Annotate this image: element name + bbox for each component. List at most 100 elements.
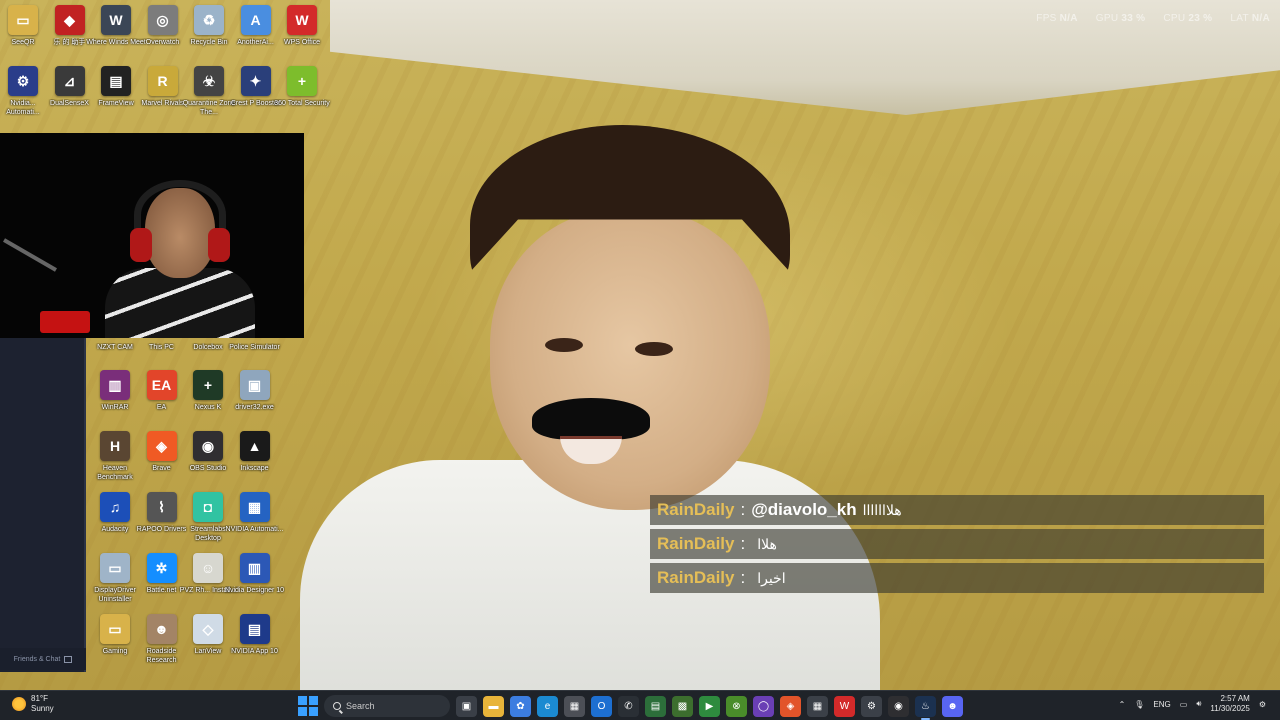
headset-ear-right <box>208 228 230 262</box>
gpu-stat: GPU 33 % <box>1095 13 1146 24</box>
app-icon: ♻ <box>194 5 224 35</box>
app-icon: A <box>240 5 271 35</box>
app-icon: ☺ <box>193 553 223 583</box>
desktop-icon[interactable]: ▤ NVIDIA App 10 <box>225 614 285 667</box>
language-indicator[interactable]: ENG <box>1153 700 1170 709</box>
weather-temp: 81°F <box>31 694 48 703</box>
app-icon: ▤ <box>101 66 131 96</box>
search-icon <box>333 702 341 710</box>
task-view-taskbar-icon[interactable]: ▣ <box>456 695 477 717</box>
system-tray: ⌃ 🎙︎ ENG ▭ 🔊︎ 2:57 AM 11/30/2025 ⚙ <box>1119 694 1266 714</box>
copilot-taskbar-icon[interactable]: ✿ <box>510 695 531 717</box>
app-icon: ✦ <box>240 66 271 96</box>
app-icon: ◆ <box>54 5 85 35</box>
wps-taskbar-icon[interactable]: W <box>834 695 855 717</box>
whatsapp-taskbar-icon[interactable]: ✆ <box>618 695 639 717</box>
app-icon: ▥ <box>239 553 270 583</box>
app-icon: + <box>193 370 223 400</box>
discord-taskbar-icon[interactable]: ☻ <box>942 695 963 717</box>
app-icon: ▥ <box>100 370 130 400</box>
chat-message: RainDaily : هلاا <box>650 529 1264 559</box>
app-icon: ◘ <box>193 492 223 522</box>
obs-taskbar-icon[interactable]: ◉ <box>888 695 909 717</box>
app-icon: ▭ <box>8 5 38 35</box>
app-icon: ▦ <box>239 492 270 522</box>
fps-stat: FPS N/A <box>1036 13 1078 24</box>
weather-widget[interactable]: 81°F Sunny <box>12 694 54 714</box>
cpu-stat: CPU 23 % <box>1163 13 1213 24</box>
app-icon: ☣ <box>194 66 224 96</box>
store-taskbar-icon[interactable]: ▦ <box>564 695 585 717</box>
photos-taskbar-icon[interactable]: ▩ <box>672 695 693 717</box>
steam-taskbar-icon[interactable]: ♨ <box>915 695 936 720</box>
media-app-taskbar-icon[interactable]: ▤ <box>645 695 666 717</box>
app-icon: ✲ <box>146 553 177 583</box>
chat-separator: : <box>740 534 746 553</box>
notification-icon[interactable]: ⚙ <box>1259 700 1266 709</box>
wallpaper-face <box>490 210 770 510</box>
app-icon: ▭ <box>100 614 130 644</box>
chat-window-icon[interactable] <box>64 655 73 663</box>
taskbar-search[interactable]: Search <box>324 695 450 717</box>
app-icon: ⚙ <box>8 66 38 96</box>
app-icon: ◈ <box>146 431 177 461</box>
desktop-icon-label: 360 Total Security <box>274 100 330 107</box>
friends-side-panel[interactable] <box>0 338 86 672</box>
desktop-icon[interactable]: +360 Total Security <box>272 66 332 119</box>
app-icon: ⊿ <box>54 66 85 96</box>
network-icon[interactable]: ▭ <box>1180 700 1188 709</box>
desktop-icon[interactable]: ▦ NVIDIA Automati... <box>225 492 285 545</box>
weather-text: 81°F Sunny <box>31 694 54 714</box>
app-icon: H <box>100 431 130 461</box>
brave-taskbar-icon[interactable]: ◈ <box>780 695 801 717</box>
sun-icon <box>12 697 26 711</box>
taskbar-center: Search ▣ ▬ ✿ e ▦ O ✆ ▤ ▩ ▶ ⊗ ◯ ◈ ▦ W ⚙ ◉ ♨ ☻ <box>298 695 963 720</box>
clock-date: 11/30/2025 <box>1210 704 1250 713</box>
cortana-taskbar-icon[interactable]: ◯ <box>753 695 774 717</box>
app-icon: W <box>287 5 317 35</box>
chat-arabic-text: هلاا <box>757 536 777 552</box>
taskbar: 81°F Sunny Search ▣ ▬ ✿ e ▦ O ✆ ▤ ▩ ▶ ⊗ ◯ ◈ ▦ W ⚙ ◉ ♨ ☻ ⌃ … <box>0 690 1280 720</box>
app-icon: ◉ <box>193 431 223 461</box>
webcam-mic-arm <box>3 238 57 272</box>
stream-chat-overlay: RainDaily : @diavolo_kh هلااااااا RainDai… <box>650 495 1264 597</box>
chat-text: اخيرا <box>751 568 785 588</box>
chevron-up-icon[interactable]: ⌃ <box>1119 700 1126 709</box>
webcam-streamer-body <box>105 268 255 338</box>
chat-separator: : <box>740 500 746 519</box>
apps-grid-taskbar-icon[interactable]: ▦ <box>807 695 828 717</box>
friends-chat-bar[interactable]: Friends & Chat <box>0 648 86 670</box>
chat-arabic-text: اخيرا <box>757 570 786 586</box>
start-button[interactable] <box>298 696 318 716</box>
wallpaper-eye-left <box>545 338 583 352</box>
webcam-streamer <box>100 180 260 338</box>
desktop-icon-label: driver32.exe <box>235 404 274 411</box>
settings-taskbar-icon[interactable]: ⚙ <box>861 695 882 717</box>
desktop-icon-label: Nvidia Designer 10 <box>224 587 285 594</box>
app-icon: ☻ <box>146 614 177 644</box>
edge-taskbar-icon[interactable]: e <box>537 695 558 717</box>
desktop-icon-label: NVIDIA App 10 <box>231 648 278 655</box>
desktop-icon[interactable]: W WPS Office <box>272 5 332 58</box>
wallpaper-mustache <box>532 398 650 440</box>
outlook-taskbar-icon[interactable]: O <box>591 695 612 717</box>
xbox-taskbar-icon[interactable]: ⊗ <box>726 695 747 717</box>
desktop-icon[interactable]: ▣ driver32.exe <box>225 370 285 423</box>
app-icon: ▣ <box>239 370 270 400</box>
app-icon: ▲ <box>239 431 270 461</box>
microphone-icon[interactable]: 🎙︎ <box>1134 700 1144 709</box>
desktop-icon-label: NVIDIA Automati... <box>225 526 284 533</box>
desktop-icon[interactable]: ▥ Nvidia Designer 10 <box>225 553 285 606</box>
file-explorer-taskbar-icon[interactable]: ▬ <box>483 695 504 717</box>
desktop-icon-label: Police Simulator <box>229 344 280 351</box>
desktop-icon[interactable]: ▲ Inkscape <box>225 431 285 484</box>
chat-text: هلاا <box>751 534 777 554</box>
chat-separator: : <box>740 568 746 587</box>
volume-icon[interactable]: 🔊︎ <box>1196 699 1201 709</box>
chat-message: RainDaily : @diavolo_kh هلااااااا <box>650 495 1264 525</box>
app-icon: EA <box>146 370 177 400</box>
chat-mention: @diavolo_kh <box>751 500 857 519</box>
search-placeholder: Search <box>346 701 375 711</box>
clock[interactable]: 2:57 AM 11/30/2025 <box>1210 694 1249 714</box>
play-taskbar-icon[interactable]: ▶ <box>699 695 720 717</box>
